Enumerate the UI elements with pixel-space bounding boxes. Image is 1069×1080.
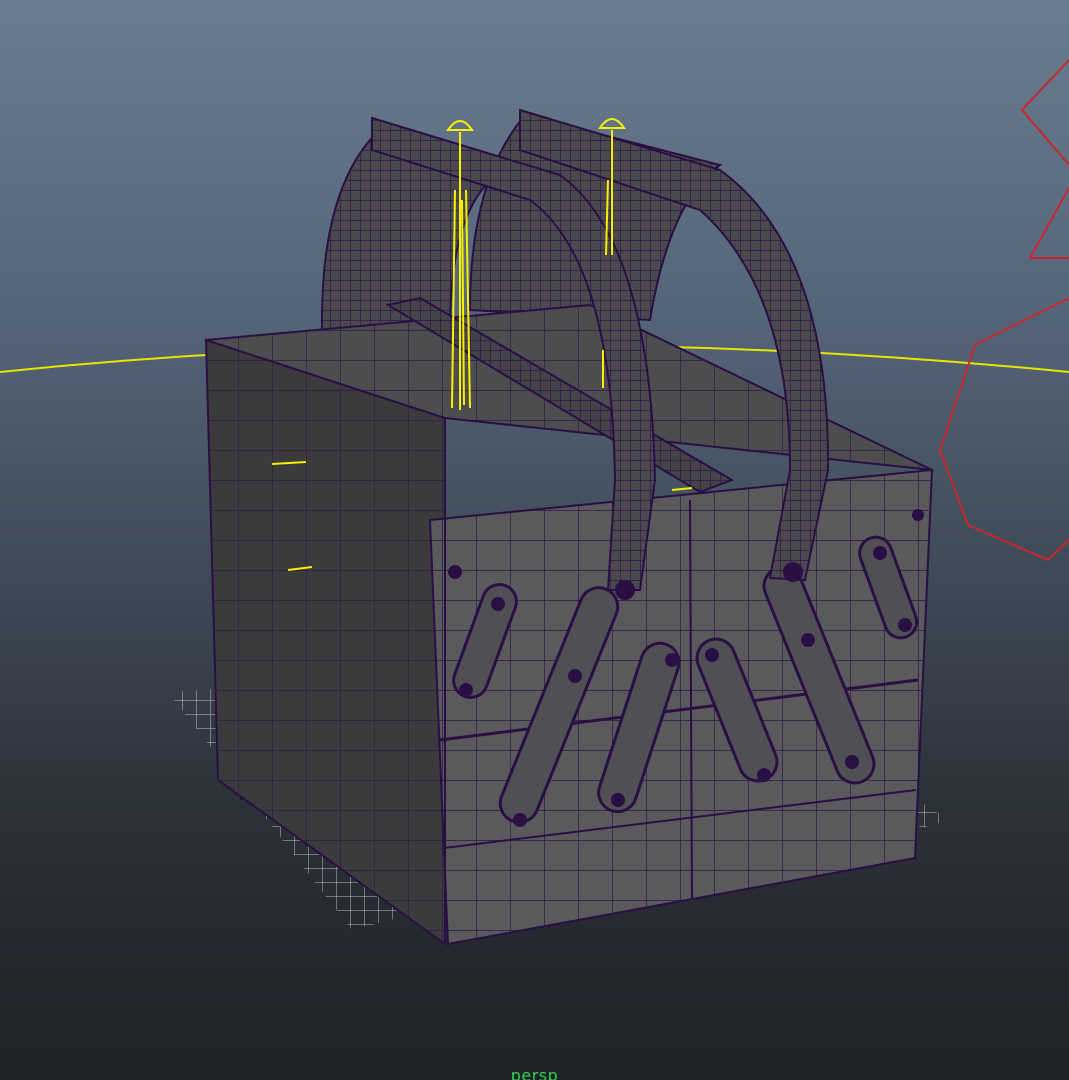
- light-gizmo-icon[interactable]: [938, 59, 1069, 562]
- camera-label: persp: [510, 1066, 559, 1080]
- 3d-viewport[interactable]: persp: [0, 0, 1069, 1080]
- viewport-scene[interactable]: [0, 0, 1069, 1080]
